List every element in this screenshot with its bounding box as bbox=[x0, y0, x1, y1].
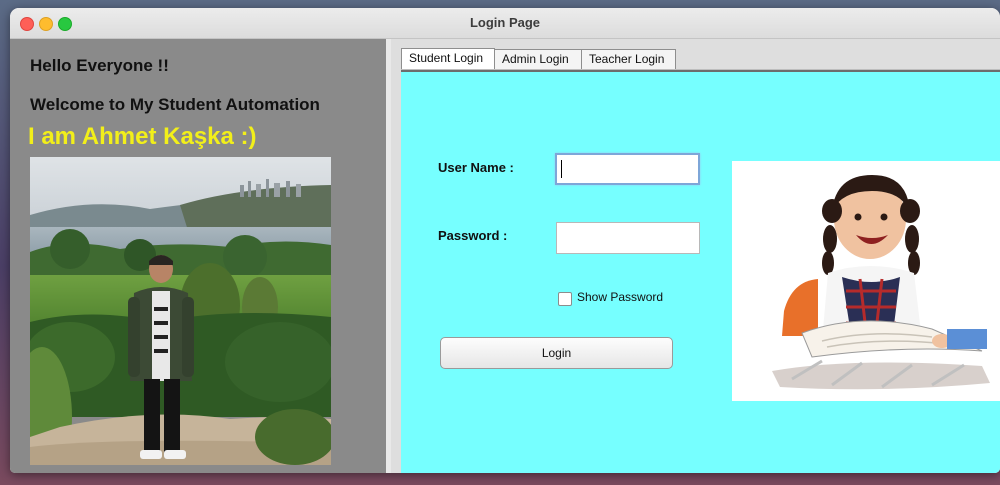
greeting-welcome: Welcome to My Student Automation bbox=[30, 95, 320, 114]
student-login-form: User Name : Password : Show Password Log… bbox=[401, 72, 1000, 473]
greeting-name: I am Ahmet Kaşka :) bbox=[28, 123, 257, 150]
window-title: Login Page bbox=[469, 15, 541, 30]
student-illustration bbox=[732, 161, 1000, 401]
greeting-hello: Hello Everyone !! bbox=[30, 56, 169, 75]
tab-admin-login[interactable]: Admin Login bbox=[494, 49, 582, 69]
username-label: User Name : bbox=[438, 160, 514, 175]
username-input[interactable] bbox=[555, 153, 700, 185]
password-label: Password : bbox=[438, 228, 508, 243]
login-panel: Student Login Admin Login Teacher Login … bbox=[391, 39, 1000, 473]
show-password-checkbox[interactable] bbox=[558, 292, 572, 306]
tab-teacher-login[interactable]: Teacher Login bbox=[581, 49, 676, 69]
profile-photo bbox=[30, 157, 331, 465]
login-window: Login Page Hello Everyone !! Welcome to … bbox=[10, 8, 1000, 473]
text-cursor bbox=[561, 160, 562, 178]
tab-student-login[interactable]: Student Login bbox=[401, 48, 495, 70]
password-input[interactable] bbox=[556, 222, 700, 254]
title-bar: Login Page bbox=[10, 8, 1000, 39]
login-button[interactable]: Login bbox=[440, 337, 673, 369]
show-password-label[interactable]: Show Password bbox=[577, 290, 663, 304]
welcome-panel: Hello Everyone !! Welcome to My Student … bbox=[10, 39, 386, 473]
